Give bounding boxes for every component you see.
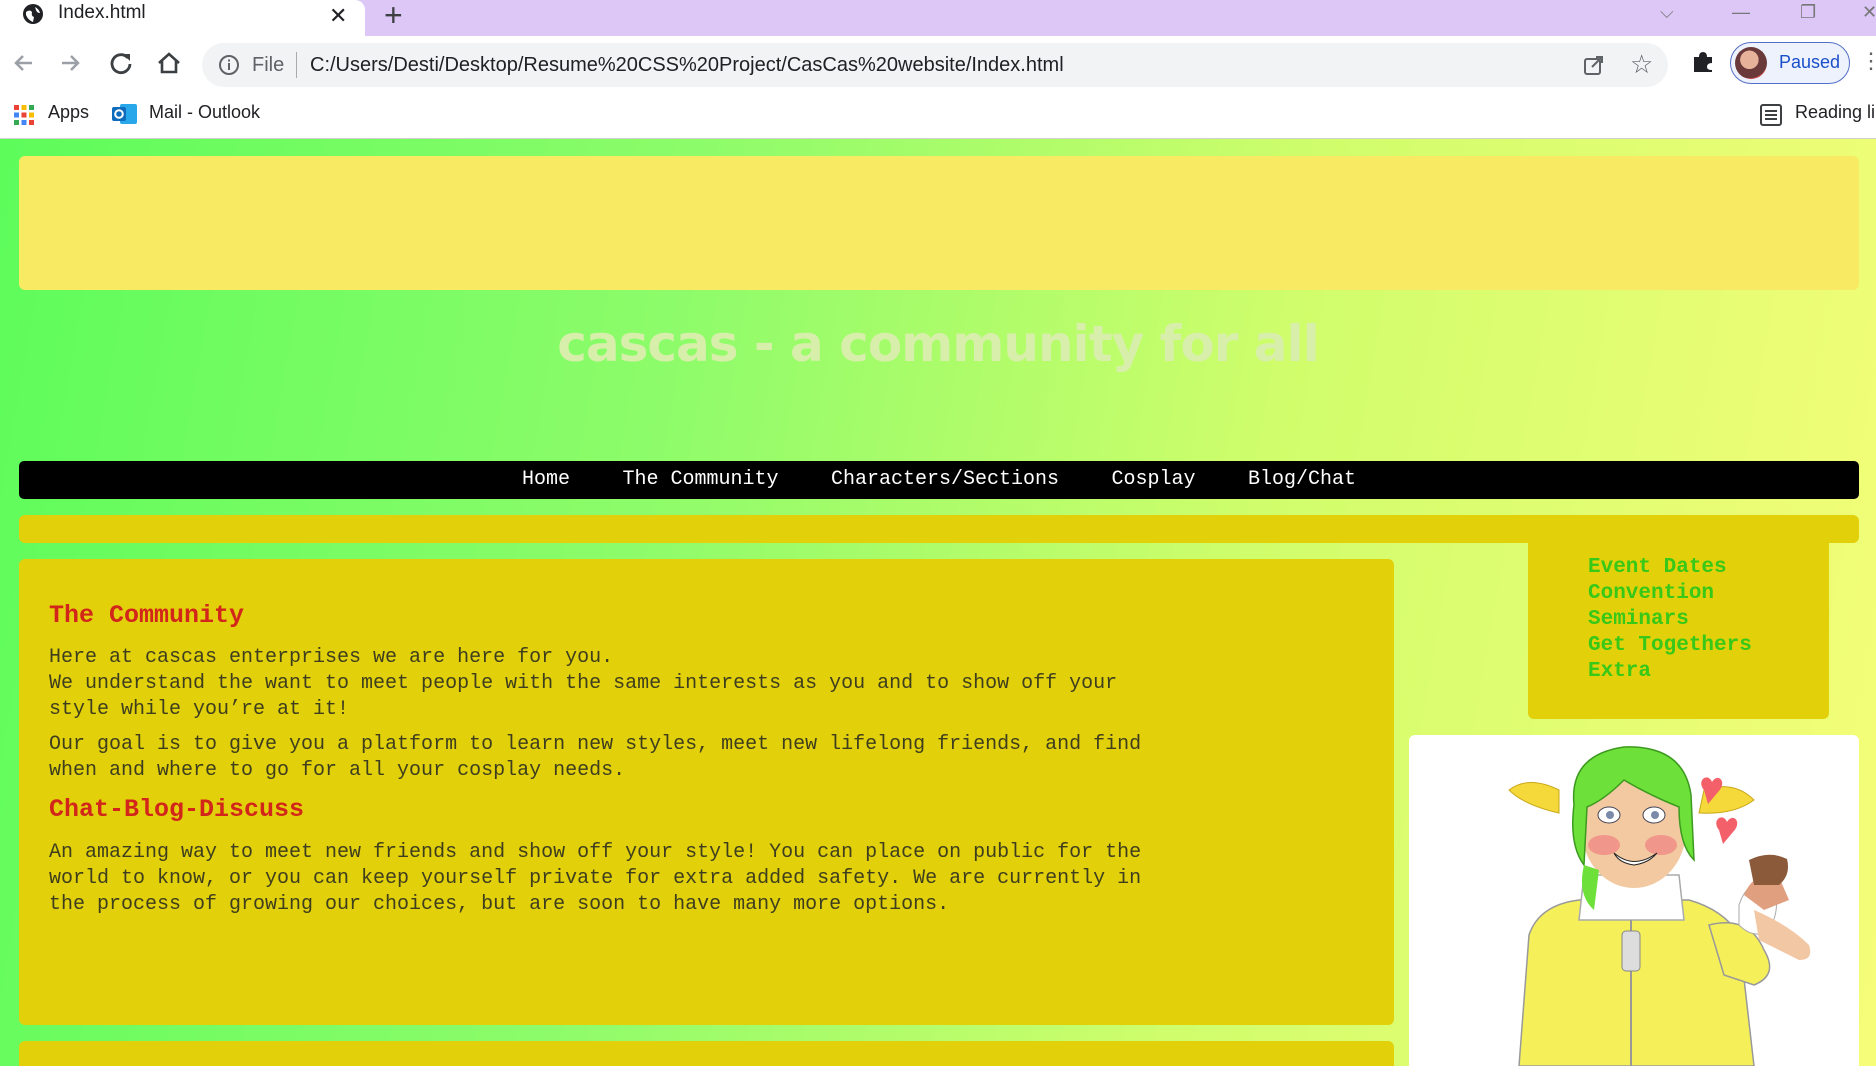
web-page: cascas - a community for all Home The Co… (0, 139, 1876, 1066)
nav-the-community[interactable]: The Community (622, 461, 778, 499)
cosplay-character-image (1508, 746, 1811, 1066)
forward-arrow-icon[interactable] (56, 48, 86, 78)
site-title: cascas - a community for all (557, 315, 1320, 373)
section-heading-chat-blog: Chat-Blog-Discuss (49, 795, 305, 824)
bookmark-mail-outlook[interactable]: Mail - Outlook (149, 102, 260, 123)
community-paragraph-2: Our goal is to give you a platform to le… (49, 733, 1142, 782)
home-icon[interactable] (154, 48, 184, 78)
sidebar-link-event-dates[interactable]: Event Dates (1588, 555, 1752, 581)
section-heading-community: The Community (49, 601, 245, 630)
share-icon[interactable] (1582, 53, 1606, 77)
nav-cosplay[interactable]: Cosplay (1111, 461, 1195, 499)
minimize-icon[interactable]: — (1732, 2, 1750, 23)
profile-status: Paused (1779, 52, 1841, 72)
main-nav: Home The Community Characters/Sections C… (19, 461, 1859, 499)
chat-blog-paragraph: An amazing way to meet new friends and s… (49, 841, 1142, 916)
star-icon[interactable]: ☆ (1630, 49, 1653, 80)
close-tab-icon[interactable]: ✕ (329, 3, 347, 29)
events-sidebar: Event Dates Convention Seminars Get Toge… (1528, 543, 1829, 719)
puzzle-icon[interactable] (1690, 48, 1716, 74)
sidebar-link-extra[interactable]: Extra (1588, 659, 1752, 685)
url-text[interactable]: C:/Users/Desti/Desktop/Resume%20CSS%20Pr… (310, 54, 1064, 77)
nav-blog-chat[interactable]: Blog/Chat (1248, 461, 1356, 499)
browser-tab[interactable]: Index.html ✕ (0, 0, 365, 36)
tab-search-icon[interactable]: ⌵ (1660, 2, 1674, 23)
bookmark-reading-list[interactable]: Reading li (1795, 102, 1875, 123)
menu-icon[interactable]: ⋮ (1860, 48, 1876, 74)
sidebar-link-convention[interactable]: Convention (1588, 581, 1752, 607)
bookmark-apps[interactable]: Apps (48, 102, 89, 123)
close-window-icon[interactable]: ✕ (1862, 2, 1876, 23)
info-icon[interactable] (218, 54, 240, 76)
back-arrow-icon[interactable] (8, 48, 38, 78)
nav-home[interactable]: Home (522, 461, 570, 499)
address-separator (296, 52, 297, 78)
footer-panel (19, 1041, 1394, 1066)
reading-list-icon (1760, 104, 1782, 126)
outlook-icon (112, 104, 137, 124)
browser-toolbar: File C:/Users/Desti/Desktop/Resume%20CSS… (0, 36, 1876, 92)
main-content: The Community Here at cascas enterprises… (19, 559, 1394, 1025)
profile-button[interactable]: Paused (1730, 42, 1850, 84)
character-illustration (1409, 735, 1859, 1066)
avatar (1735, 47, 1767, 79)
apps-grid-icon (14, 105, 34, 125)
community-paragraph-1: Here at cascas enterprises we are here f… (49, 646, 1118, 721)
file-scheme-label: File (252, 54, 285, 76)
header-banner (19, 156, 1859, 290)
sidebar-link-seminars[interactable]: Seminars (1588, 607, 1752, 633)
new-tab-button[interactable]: + (384, 0, 403, 34)
globe-icon (23, 4, 43, 24)
address-bar[interactable]: File C:/Users/Desti/Desktop/Resume%20CSS… (202, 43, 1668, 87)
sidebar-link-get-togethers[interactable]: Get Togethers (1588, 633, 1752, 659)
reload-icon[interactable] (106, 48, 136, 78)
restore-icon[interactable]: ❐ (1800, 2, 1816, 23)
bookmarks-bar: Apps Mail - Outlook Reading li (0, 92, 1876, 139)
tab-title: Index.html (58, 2, 146, 23)
nav-characters-sections[interactable]: Characters/Sections (831, 461, 1059, 499)
subheader-strip (19, 515, 1859, 543)
tab-strip: Index.html ✕ + ⌵ — ❐ ✕ (0, 0, 1876, 36)
